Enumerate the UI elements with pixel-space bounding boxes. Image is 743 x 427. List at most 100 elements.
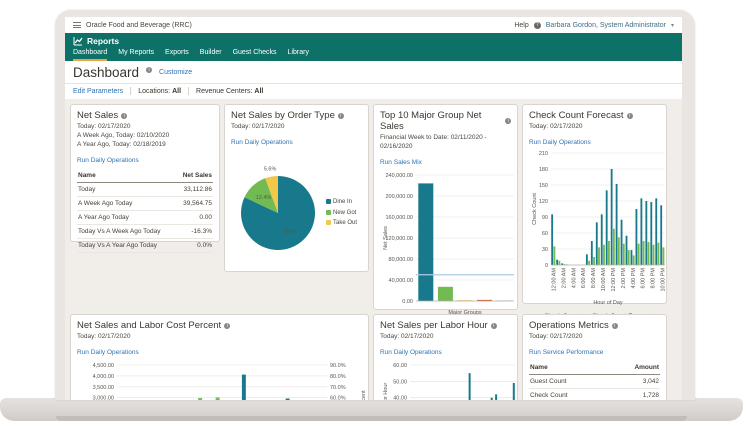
info-icon[interactable] (121, 113, 127, 119)
tab-my-reports[interactable]: My Reports (118, 49, 154, 61)
table-cell: -16.3% (176, 224, 213, 238)
table-cell: Guest Count (529, 374, 615, 388)
svg-text:80,000.00: 80,000.00 (389, 257, 413, 263)
svg-text:Check Count: Check Count (532, 193, 538, 225)
chevron-down-icon[interactable]: ▾ (671, 22, 674, 29)
svg-text:12.4%: 12.4% (256, 195, 272, 201)
run-service-performance-link[interactable]: Run Service Performance (529, 349, 603, 356)
tab-exports[interactable]: Exports (165, 49, 189, 61)
svg-text:120: 120 (539, 199, 548, 205)
table-row: Today Vs A Week Ago Today-16.3% (77, 224, 213, 238)
svg-text:Net Sales per Labor Hour: Net Sales per Labor Hour (383, 383, 389, 400)
table-row: A Week Ago Today39,564.75 (77, 196, 213, 210)
reports-header: Reports Dashboard My Reports Exports Bui… (65, 33, 682, 61)
svg-text:2:00 PM: 2:00 PM (621, 268, 627, 289)
table-row: Guest Count3,042 (529, 374, 660, 388)
card-subtitle: Today: 02/17/2020 (231, 122, 362, 131)
table-cell: A Year Ago Today (77, 210, 176, 224)
locations-filter[interactable]: Locations: All (138, 88, 181, 95)
svg-text:Labor Cost Percent: Labor Cost Percent (361, 390, 367, 400)
card-subtitle: Today: 02/17/2020 (529, 332, 660, 341)
legend-item: Dine In (326, 199, 357, 205)
run-daily-operations-link[interactable]: Run Daily Operations (529, 139, 591, 146)
user-menu[interactable]: Barbara Gordon, System Administrator (546, 22, 666, 29)
net-sales-table: NameNet SalesToday33,112.86A Week Ago To… (77, 170, 213, 253)
data-table: NameNet SalesToday33,112.86A Week Ago To… (77, 170, 213, 253)
brand-row: Reports (73, 36, 674, 46)
brand-title: Reports (87, 36, 119, 46)
labor-hour-bar-chart: 0.0010.0020.0030.0040.0050.0060.00Net Sa… (380, 359, 511, 400)
info-icon[interactable] (627, 113, 633, 119)
card-subtitle: Today: 02/17/2020 (380, 332, 511, 341)
svg-text:210: 210 (539, 151, 548, 157)
page-info-icon[interactable] (146, 67, 152, 73)
table-row: Today33,112.86 (77, 182, 213, 196)
svg-text:6:00 AM: 6:00 AM (581, 268, 587, 289)
svg-text:60: 60 (542, 231, 548, 237)
revenue-centers-filter[interactable]: Revenue Centers: All (196, 88, 263, 95)
card-order-type: Net Sales by Order Type Today: 02/17/202… (224, 104, 369, 272)
labor-cost-bar-chart: 0.00500.001,000.001,500.002,000.002,500.… (77, 359, 362, 400)
page-title: Dashboard (73, 65, 139, 80)
table-cell: 3,042 (615, 374, 660, 388)
dashboard-grid: Net Sales Today: 02/17/2020 A Week Ago, … (65, 99, 682, 400)
tab-builder[interactable]: Builder (200, 49, 222, 61)
svg-text:2:00 AM: 2:00 AM (561, 268, 567, 289)
app-title: Oracle Food and Beverage (RRC) (86, 22, 192, 29)
info-icon[interactable] (491, 323, 497, 329)
svg-text:10:00 PM: 10:00 PM (661, 268, 667, 292)
svg-text:60.00: 60.00 (393, 363, 407, 369)
table-cell: 39,564.75 (176, 196, 213, 210)
svg-text:240,000.00: 240,000.00 (385, 173, 413, 179)
run-daily-operations-link[interactable]: Run Daily Operations (77, 157, 139, 164)
info-icon[interactable] (505, 118, 511, 124)
svg-text:8:00 AM: 8:00 AM (591, 268, 597, 289)
info-icon[interactable] (338, 113, 344, 119)
svg-text:120,000.00: 120,000.00 (385, 236, 413, 242)
card-ops-metrics: Operations Metrics Today: 02/17/2020 Run… (522, 314, 667, 400)
table-cell: 0.00 (176, 210, 213, 224)
locations-value: All (172, 88, 181, 95)
svg-text:90.0%: 90.0% (330, 363, 346, 369)
column-header: Name (529, 362, 615, 374)
svg-text:3,500.00: 3,500.00 (93, 385, 114, 391)
svg-text:60.0%: 60.0% (330, 396, 346, 400)
help-link[interactable]: Help (514, 22, 528, 29)
tab-library[interactable]: Library (288, 49, 309, 61)
legend-item: Take Out (326, 220, 357, 226)
card-subtitle: Today: 02/17/2020 (77, 332, 362, 341)
card-title: Net Sales by Order Type (231, 110, 335, 121)
order-type-pie-chart: 82%12.4%5.6% (231, 153, 326, 270)
table-cell: 0.0% (176, 238, 213, 252)
card-title: Net Sales and Labor Cost Percent (77, 320, 221, 331)
revenue-centers-label: Revenue Centers: (196, 88, 252, 95)
table-cell: A Week Ago Today (77, 196, 176, 210)
run-daily-operations-link[interactable]: Run Daily Operations (380, 349, 442, 356)
run-daily-operations-link[interactable]: Run Daily Operations (231, 139, 293, 146)
svg-text:Net Sales: Net Sales (383, 226, 389, 250)
card-forecast: Check Count Forecast Today: 02/17/2020 R… (522, 104, 667, 304)
svg-text:0: 0 (545, 263, 548, 269)
column-header: Amount (615, 362, 660, 374)
svg-text:0.00: 0.00 (402, 299, 413, 305)
svg-text:4,000.00: 4,000.00 (93, 374, 114, 380)
laptop-base (0, 398, 743, 421)
svg-text:80.0%: 80.0% (330, 374, 346, 380)
info-icon[interactable] (612, 323, 618, 329)
help-icon[interactable] (534, 22, 541, 29)
tab-dashboard[interactable]: Dashboard (73, 49, 107, 61)
card-subtitle: Today: 02/17/2020 (529, 122, 660, 131)
edit-parameters-link[interactable]: Edit Parameters (73, 88, 123, 95)
laptop-screen-bezel: Oracle Food and Beverage (RRC) Help Barb… (55, 10, 695, 400)
run-sales-mix-link[interactable]: Run Sales Mix (380, 159, 422, 166)
table-cell: Today Vs A Year Ago Today (77, 238, 176, 252)
svg-text:200,000.00: 200,000.00 (385, 194, 413, 200)
column-header: Name (77, 170, 176, 182)
table-cell: Today (77, 182, 176, 196)
run-daily-operations-link[interactable]: Run Daily Operations (77, 349, 139, 356)
tab-guest-checks[interactable]: Guest Checks (233, 49, 277, 61)
hamburger-menu-icon[interactable] (73, 22, 81, 28)
card-labor-hour: Net Sales per Labor Hour Today: 02/17/20… (373, 314, 518, 400)
customize-link[interactable]: Customize (159, 69, 192, 76)
info-icon[interactable] (224, 323, 230, 329)
